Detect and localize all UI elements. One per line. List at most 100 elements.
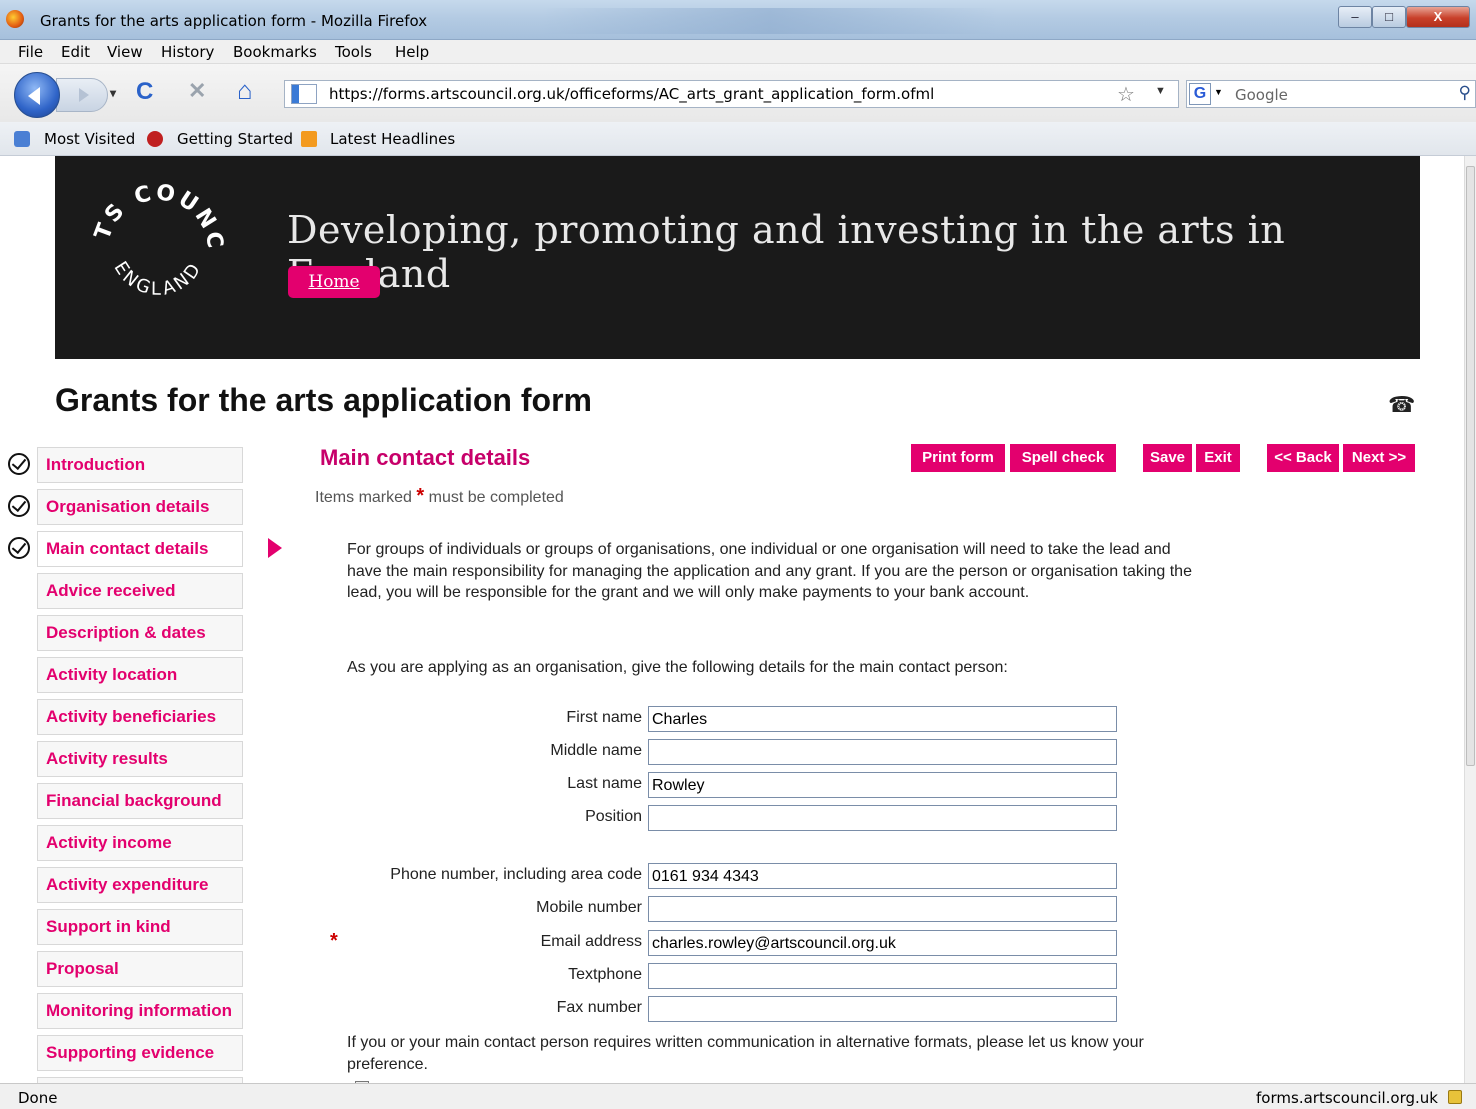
maximize-button[interactable]: □: [1372, 6, 1406, 28]
nav-support-in-kind[interactable]: Support in kind: [37, 909, 243, 945]
spell-check-button[interactable]: Spell check: [1010, 444, 1116, 472]
home-link[interactable]: Home: [288, 266, 380, 298]
email-field[interactable]: charles.rowley@artscouncil.org.uk: [648, 930, 1117, 956]
titlebar-background-window: [540, 8, 1000, 34]
search-icon[interactable]: ⚲: [1459, 83, 1471, 103]
back-page-button[interactable]: << Back: [1267, 444, 1339, 472]
nav-main-contact-details[interactable]: Main contact details: [37, 531, 243, 567]
phone-label: Phone number, including area code: [390, 866, 642, 883]
getting-started-icon: [147, 131, 163, 147]
required-note-prefix: Items marked: [315, 489, 412, 506]
search-input[interactable]: Google: [1235, 86, 1288, 104]
mobile-field[interactable]: [648, 896, 1117, 922]
contact-instruction: As you are applying as an organisation, …: [347, 659, 1008, 676]
nav-introduction[interactable]: Introduction: [37, 447, 243, 483]
most-visited-icon: [14, 131, 30, 147]
search-engine-dropdown-icon[interactable]: ▼: [1214, 87, 1223, 97]
svg-text:ARTS COUNCIL: ARTS COUNCIL: [83, 168, 228, 253]
nav-activity-beneficiaries[interactable]: Activity beneficiaries: [37, 699, 243, 735]
textphone-label: Textphone: [568, 966, 642, 983]
bookmark-latest-headlines[interactable]: Latest Headlines: [330, 130, 455, 148]
menu-view[interactable]: View: [107, 43, 143, 61]
bookmark-star-icon[interactable]: ☆: [1117, 82, 1135, 107]
required-star-icon: *: [416, 485, 425, 507]
last-name-field[interactable]: Rowley: [648, 772, 1117, 798]
email-label: Email address: [540, 933, 642, 950]
menu-help[interactable]: Help: [395, 43, 429, 61]
reload-icon[interactable]: C: [136, 78, 153, 106]
position-label: Position: [585, 808, 642, 825]
stop-icon[interactable]: ✕: [188, 78, 206, 104]
site-banner: ARTS COUNCIL ENGLAND Developing, promoti…: [55, 156, 1420, 359]
menu-tools[interactable]: Tools: [335, 43, 372, 61]
current-section-arrow-icon: [268, 538, 282, 558]
fax-field[interactable]: [648, 996, 1117, 1022]
arts-council-logo: ARTS COUNCIL ENGLAND: [83, 168, 228, 300]
home-icon[interactable]: ⌂: [237, 75, 253, 106]
vertical-scrollbar[interactable]: [1464, 156, 1476, 1083]
page-content: ARTS COUNCIL ENGLAND Developing, promoti…: [0, 156, 1464, 1083]
address-bar[interactable]: https://forms.artscouncil.org.uk/officef…: [284, 80, 1179, 108]
completed-check-icon: [8, 453, 30, 475]
nav-organisation-details[interactable]: Organisation details: [37, 489, 243, 525]
nav-activity-location[interactable]: Activity location: [37, 657, 243, 693]
status-text: Done: [18, 1089, 58, 1107]
svg-text:ENGLAND: ENGLAND: [110, 258, 207, 300]
textphone-field[interactable]: [648, 963, 1117, 989]
middle-name-field[interactable]: [648, 739, 1117, 765]
rss-feed-icon: [301, 131, 317, 147]
url-text[interactable]: https://forms.artscouncil.org.uk/officef…: [329, 85, 934, 103]
close-button[interactable]: X: [1406, 6, 1470, 28]
bookmark-getting-started[interactable]: Getting Started: [177, 130, 293, 148]
menu-edit[interactable]: Edit: [61, 43, 90, 61]
nav-monitoring-information[interactable]: Monitoring information: [37, 993, 243, 1029]
nav-activity-results[interactable]: Activity results: [37, 741, 243, 777]
menu-bar: File Edit View History Bookmarks Tools H…: [0, 40, 1476, 64]
completed-check-icon: [8, 495, 30, 517]
logo-text-bottom: ENGLAND: [110, 258, 204, 300]
required-items-note: Items marked * must be completed: [315, 485, 564, 508]
menu-history[interactable]: History: [161, 43, 214, 61]
bookmarks-toolbar: Most Visited Getting Started Latest Head…: [0, 122, 1476, 156]
nav-proposal[interactable]: Proposal: [37, 951, 243, 987]
firefox-icon: [6, 10, 24, 28]
phone-field[interactable]: 0161 934 4343: [648, 863, 1117, 889]
window-title: Grants for the arts application form - M…: [40, 12, 428, 30]
forward-button[interactable]: [56, 78, 108, 112]
nav-supporting-evidence[interactable]: Supporting evidence: [37, 1035, 243, 1071]
section-title: Main contact details: [320, 445, 531, 470]
position-field[interactable]: [648, 805, 1117, 831]
menu-file[interactable]: File: [18, 43, 43, 61]
first-name-field[interactable]: Charles: [648, 706, 1117, 732]
last-name-label: Last name: [567, 775, 642, 792]
minimize-button[interactable]: –: [1338, 6, 1372, 28]
mobile-label: Mobile number: [536, 899, 642, 916]
email-required-star-icon: *: [330, 930, 338, 952]
back-button[interactable]: [14, 72, 60, 118]
scrollbar-thumb[interactable]: [1466, 166, 1475, 766]
google-icon[interactable]: G: [1189, 83, 1211, 105]
status-domain: forms.artscouncil.org.uk: [1256, 1089, 1438, 1107]
padlock-icon[interactable]: [1448, 1090, 1462, 1104]
exit-button[interactable]: Exit: [1196, 444, 1240, 472]
save-button[interactable]: Save: [1143, 444, 1192, 472]
site-tagline: Developing, promoting and investing in t…: [287, 208, 1286, 296]
next-page-button[interactable]: Next >>: [1343, 444, 1415, 472]
nav-description-dates[interactable]: Description & dates: [37, 615, 243, 651]
status-bar: Done forms.artscouncil.org.uk: [0, 1083, 1476, 1109]
window-titlebar: Grants for the arts application form - M…: [0, 0, 1476, 40]
nav-advice-received[interactable]: Advice received: [37, 573, 243, 609]
menu-bookmarks[interactable]: Bookmarks: [233, 43, 317, 61]
telephone-icon[interactable]: ☎: [1388, 392, 1415, 418]
alt-formats-text: If you or your main contact person requi…: [347, 1034, 1144, 1073]
nav-activity-income[interactable]: Activity income: [37, 825, 243, 861]
nav-activity-expenditure[interactable]: Activity expenditure: [37, 867, 243, 903]
search-bar[interactable]: G ▼ Google ⚲: [1186, 80, 1476, 108]
bookmark-most-visited[interactable]: Most Visited: [44, 130, 135, 148]
completed-check-icon: [8, 537, 30, 559]
print-form-button[interactable]: Print form: [911, 444, 1005, 472]
page-title: Grants for the arts application form: [55, 382, 592, 418]
url-dropdown-icon[interactable]: ▼: [1155, 85, 1166, 97]
history-dropdown-icon[interactable]: ▾: [110, 86, 116, 100]
nav-financial-background[interactable]: Financial background: [37, 783, 243, 819]
